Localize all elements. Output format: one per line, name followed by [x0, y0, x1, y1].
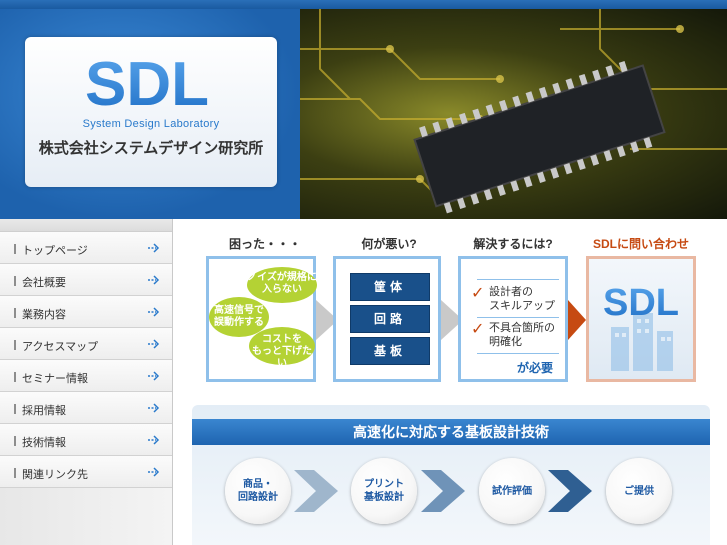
cost-cloud: コストを もっと下げたい: [249, 327, 315, 369]
sidebar-item-label: トップページ: [22, 245, 88, 257]
sidebar-top-strip: [0, 219, 172, 232]
sidebar-item-services[interactable]: 業務内容: [0, 296, 172, 328]
cause-item-circuit: 回路: [350, 305, 430, 333]
double-arrow-right-icon: [148, 243, 160, 253]
flow-step-prototype[interactable]: 試作評価: [479, 458, 545, 524]
cause-item-board: 基板: [350, 337, 430, 365]
double-arrow-right-icon: [148, 339, 160, 349]
contact-title[interactable]: SDLに問い合わせ: [584, 235, 698, 252]
double-arrow-right-icon: [148, 435, 160, 445]
top-bar: [0, 0, 727, 9]
contact-box[interactable]: SDL: [586, 256, 696, 382]
banner-title: 高速化に対応する基板設計技術: [192, 419, 710, 445]
double-arrow-right-icon: [148, 467, 160, 477]
noise-text-1: ノイズが規格に: [247, 272, 317, 283]
logo-card[interactable]: SDL System Design Laboratory 株式会社システムデザイ…: [25, 37, 277, 187]
sidebar-item-label: アクセスマップ: [22, 341, 99, 353]
bullet-bar-icon: [14, 308, 16, 318]
bullet-bar-icon: [14, 468, 16, 478]
flow-step-delivery[interactable]: ご提供: [606, 458, 672, 524]
contact-graphic: SDL: [603, 282, 679, 371]
speed-text-1: 高速信号で: [214, 305, 264, 316]
flow-arrow-icon: [421, 470, 465, 512]
sidebar-item-tech-info[interactable]: 技術情報: [0, 424, 172, 456]
noise-text-2: 入らない: [262, 284, 302, 295]
svg-text:SDL: SDL: [85, 53, 209, 115]
company-name: 株式会社システムデザイン研究所: [38, 140, 264, 157]
sidebar-item-label: 業務内容: [22, 309, 66, 321]
sidebar-item-seminar[interactable]: セミナー情報: [0, 360, 172, 392]
problem-title: 困った・・・: [228, 237, 301, 251]
solution-box: ✓ 設計者の スキルアップ ✓ 不具合箇所の 明確化 が必要: [458, 256, 568, 382]
flow-step-circuit-design[interactable]: 商品・ 回路設計: [225, 458, 291, 524]
circuit-board-image: [300, 9, 727, 214]
sidebar-item-label: セミナー情報: [22, 373, 88, 385]
sidebar-item-label: 採用情報: [22, 405, 66, 417]
cause-item-chassis: 筐体: [350, 273, 430, 301]
bullet-bar-icon: [14, 436, 16, 446]
check-icon: ✓: [471, 285, 485, 302]
cause-title: 何が悪い?: [361, 237, 417, 251]
double-arrow-right-icon: [148, 371, 160, 381]
noise-cloud: ノイズが規格に 入らない: [247, 267, 317, 303]
sidebar-item-company[interactable]: 会社概要: [0, 264, 172, 296]
sidebar-item-label: 会社概要: [22, 277, 66, 289]
solution-text-1: 設計者の: [489, 286, 533, 298]
flow-arrow-icon: [548, 470, 592, 512]
svg-text:SDL: SDL: [603, 282, 679, 324]
problem-box: ノイズが規格に 入らない 高速信号で 誤動作する コストを もっと下げたい: [206, 256, 317, 382]
solution-divider: [477, 317, 559, 318]
header-logo-area: SDL System Design Laboratory 株式会社システムデザイ…: [0, 9, 300, 219]
circuit-board-photo: [300, 9, 727, 219]
solution-divider: [477, 353, 559, 354]
flow-step-text: 基板設計: [364, 492, 404, 503]
solution-text-3: 不具合箇所の: [489, 322, 555, 334]
solution-text-2: スキルアップ: [489, 300, 555, 312]
double-arrow-right-icon: [148, 307, 160, 317]
bullet-bar-icon: [14, 404, 16, 414]
sidebar-item-recruit[interactable]: 採用情報: [0, 392, 172, 424]
double-arrow-right-icon: [148, 275, 160, 285]
logo-subtitle: System Design Laboratory: [82, 118, 220, 130]
flow-step-text: プリント: [364, 479, 404, 490]
cost-text-2: もっと下げたい: [252, 346, 312, 369]
solution-footer: が必要: [516, 361, 553, 375]
sidebar-item-label: 関連リンク先: [22, 469, 88, 481]
speed-text-2: 誤動作する: [214, 317, 264, 328]
solution-divider: [477, 279, 559, 280]
flow-step-text: 試作評価: [492, 485, 532, 497]
solution-title: 解決するには?: [473, 237, 553, 251]
flow-step-pcb-design[interactable]: プリント 基板設計: [351, 458, 417, 524]
sidebar-item-links[interactable]: 関連リンク先: [0, 456, 172, 488]
sidebar-item-label: 技術情報: [22, 437, 66, 449]
sidebar-item-home[interactable]: トップページ: [0, 232, 172, 264]
flow-step-text: 回路設計: [238, 492, 278, 503]
cause-box: 筐体 回路 基板: [333, 256, 441, 382]
double-arrow-right-icon: [148, 403, 160, 413]
sidebar-nav: トップページ 会社概要業務内容アクセスマップ セミナー情報 採用情報技術情報関連リンク…: [0, 219, 173, 545]
sidebar-item-access-map[interactable]: アクセスマップ: [0, 328, 172, 360]
cost-text-1: コストを: [262, 334, 302, 345]
bullet-bar-icon: [14, 276, 16, 286]
sdl-logo: SDL: [85, 53, 209, 115]
flow-arrow-icon: [294, 470, 338, 512]
check-icon: ✓: [471, 321, 485, 338]
sidebar-menu: トップページ 会社概要業務内容アクセスマップ セミナー情報 採用情報技術情報関連リンク…: [0, 232, 172, 488]
flow-step-text: ご提供: [624, 485, 654, 497]
site-header: SDL System Design Laboratory 株式会社システムデザイ…: [0, 9, 727, 219]
flow-step-text: 商品・: [243, 479, 273, 490]
solution-text-4: 明確化: [489, 336, 522, 348]
bullet-bar-icon: [14, 244, 16, 254]
bullet-bar-icon: [14, 372, 16, 382]
bullet-bar-icon: [14, 340, 16, 350]
